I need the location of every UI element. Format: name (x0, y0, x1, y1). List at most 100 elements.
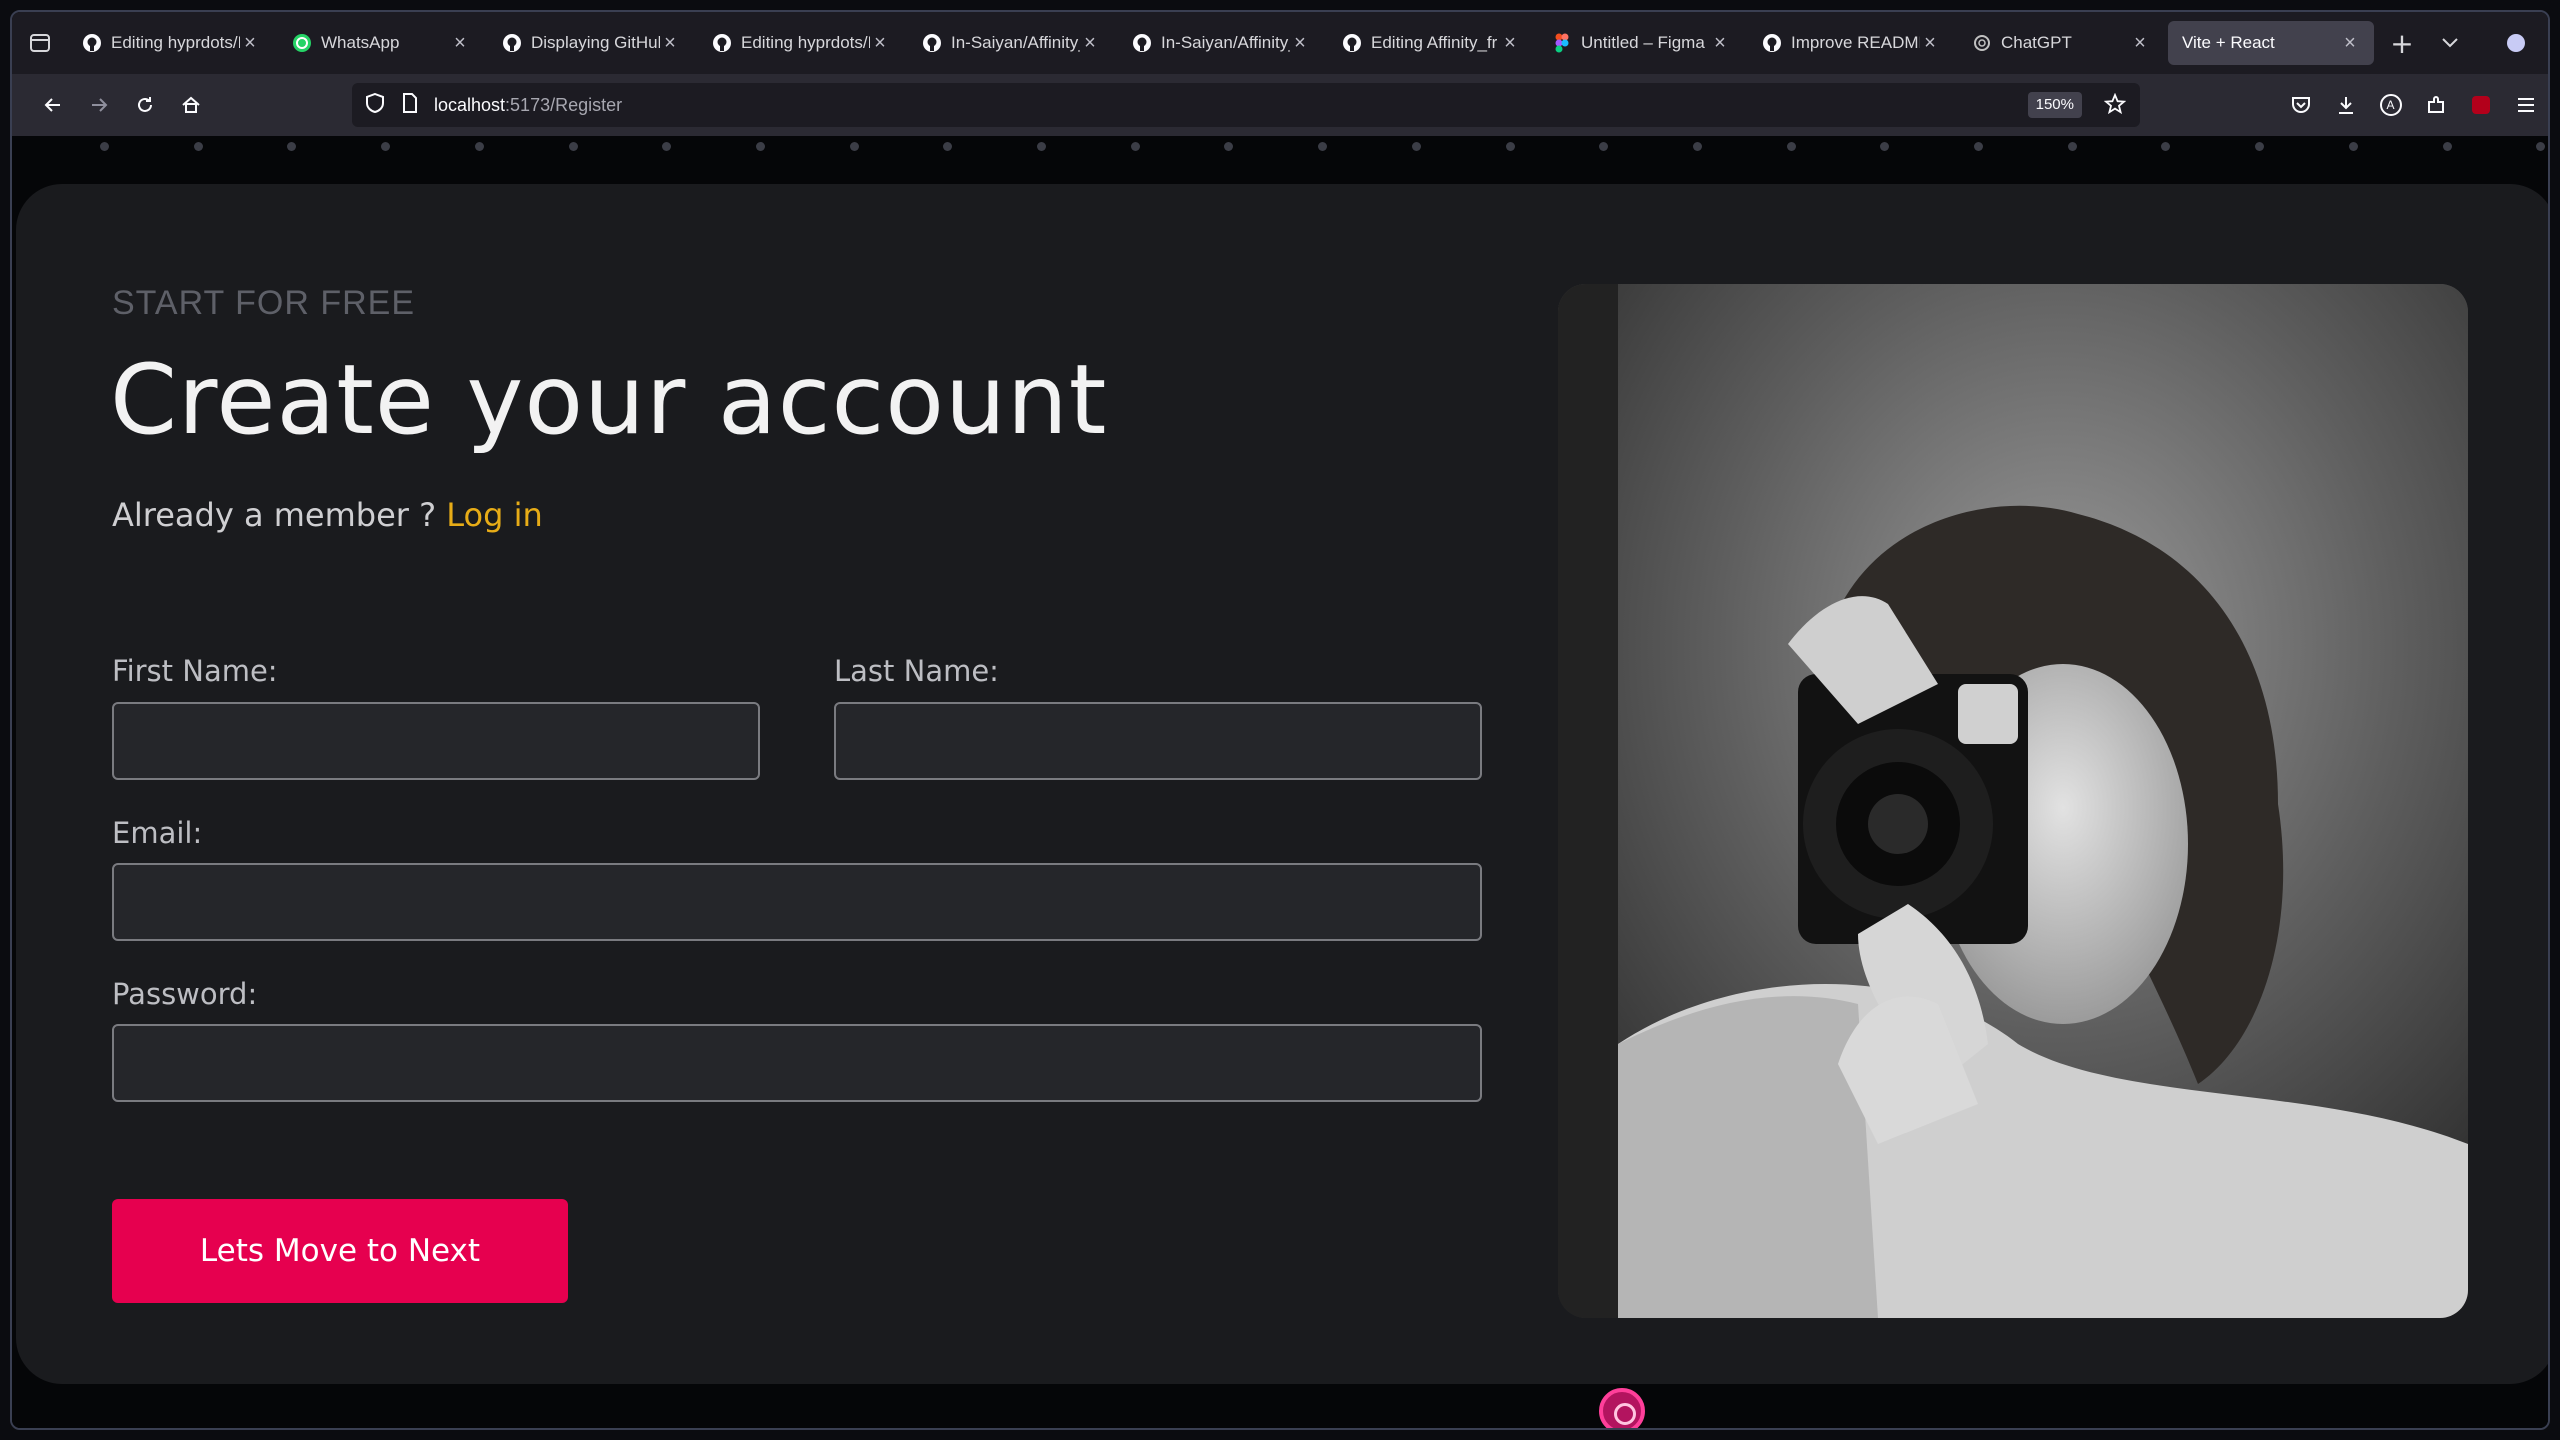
tab-close-icon[interactable]: × (2130, 32, 2150, 55)
last-name-label: Last Name: (834, 654, 999, 688)
tab-close-icon[interactable]: × (1290, 32, 1310, 55)
next-button[interactable]: Lets Move to Next (112, 1199, 568, 1303)
decorative-dot (100, 142, 109, 151)
zoom-level-badge[interactable]: 150% (2027, 92, 2082, 118)
tab-close-icon[interactable]: × (450, 32, 470, 55)
decorative-dot (193, 142, 203, 151)
address-bar[interactable]: localhost:5173/Register 150% (352, 83, 2140, 127)
decorative-dot (1974, 142, 1983, 151)
tab-3[interactable]: Editing hyprdots/R × (698, 21, 904, 65)
tab-10[interactable]: Vite + React × (2168, 21, 2374, 65)
github-icon (502, 33, 522, 53)
tab-title: Editing Affinity_fr (1371, 33, 1498, 52)
tab-0[interactable]: Editing hyprdots/R × (68, 21, 274, 65)
decorative-dot (1037, 142, 1046, 151)
chatgpt-icon (1972, 33, 1992, 53)
forward-arrow-icon[interactable] (76, 83, 121, 127)
screen-record-indicator-icon[interactable] (1599, 1388, 1645, 1428)
tab-9[interactable]: ChatGPT × (1958, 21, 2164, 65)
tab-close-icon[interactable]: × (870, 32, 890, 55)
decorative-dot (2067, 142, 2077, 151)
decorative-dot (1786, 142, 1796, 151)
decorative-dot (1599, 142, 1609, 151)
github-icon (1342, 33, 1362, 53)
member-prompt: Already a member ? Log in (112, 496, 543, 534)
email-label: Email: (112, 816, 203, 850)
tab-close-icon[interactable]: × (1080, 32, 1100, 55)
tracking-shield-icon[interactable] (366, 92, 384, 117)
tab-7[interactable]: Untitled – Figma × (1538, 21, 1744, 65)
tab-title: WhatsApp (321, 33, 400, 52)
tab-title: ChatGPT (2001, 33, 2072, 52)
github-icon (922, 33, 942, 53)
pocket-icon[interactable] (2278, 83, 2323, 127)
github-icon (712, 33, 732, 53)
email-input[interactable] (112, 863, 1482, 941)
url-host: localhost (434, 94, 506, 115)
back-arrow-icon[interactable] (30, 83, 75, 127)
password-input[interactable] (112, 1024, 1482, 1102)
tab-5[interactable]: In-Saiyan/Affinity_ × (1118, 21, 1324, 65)
bookmark-star-icon[interactable] (2103, 92, 2127, 119)
tab-title: Improve README (1791, 33, 1920, 52)
tab-list-chevron-icon[interactable] (2426, 21, 2474, 65)
decorative-dot (1880, 142, 1890, 151)
toolbar-right: A (2278, 83, 2548, 127)
photographer-illustration (1558, 284, 2468, 1318)
tab-title: Editing hyprdots/R (111, 33, 240, 52)
navigation-toolbar: localhost:5173/Register 150% A (12, 74, 2548, 136)
decorative-dot (1411, 142, 1421, 151)
decorative-dot (474, 142, 484, 151)
decorative-dot (662, 142, 672, 151)
login-link[interactable]: Log in (446, 496, 543, 534)
member-prompt-text: Already a member ? (112, 496, 447, 534)
register-card: START FOR FREE Create your account Alrea… (16, 184, 2548, 1384)
browser-window: Editing hyprdots/R × WhatsApp × Displaying G… (10, 10, 2550, 1430)
downloads-icon[interactable] (2323, 83, 2368, 127)
tab-title: Displaying GitHub (531, 33, 660, 52)
home-icon[interactable] (168, 83, 213, 127)
tab-close-icon[interactable]: × (1920, 32, 1940, 55)
tab-8[interactable]: Improve README × (1748, 21, 1954, 65)
figma-icon (1552, 33, 1572, 53)
tab-6[interactable]: Editing Affinity_fr × (1328, 21, 1534, 65)
decorative-dot (1224, 142, 1234, 151)
extensions-puzzle-icon[interactable] (2413, 83, 2458, 127)
page-title: Create your account (110, 344, 1108, 456)
tab-title: Untitled – Figma (1581, 33, 1705, 52)
tab-close-icon[interactable]: × (2340, 32, 2360, 55)
ublock-origin-icon[interactable] (2458, 83, 2503, 127)
decorative-dot (2348, 142, 2358, 151)
tab-close-icon[interactable]: × (1710, 32, 1730, 55)
decorative-dot (2536, 142, 2546, 151)
tab-close-icon[interactable]: × (240, 32, 260, 55)
decorative-dot (943, 142, 953, 151)
tab-strip: Editing hyprdots/R × WhatsApp × Displaying G… (68, 21, 2378, 65)
tab-4[interactable]: In-Saiyan/Affinity_ × (908, 21, 1114, 65)
page-info-icon[interactable] (402, 93, 418, 117)
tab-close-icon[interactable]: × (660, 32, 680, 55)
eyebrow-text: START FOR FREE (112, 284, 416, 322)
decorative-dot-row (12, 136, 2548, 172)
decorative-dot (1692, 142, 1702, 151)
hamburger-menu-icon[interactable] (2503, 83, 2548, 127)
tab-close-icon[interactable]: × (1500, 32, 1520, 55)
tab-title: Editing hyprdots/R (741, 33, 870, 52)
decorative-dot (849, 142, 859, 151)
reload-icon[interactable] (122, 83, 167, 127)
url-text[interactable]: localhost:5173/Register (434, 95, 622, 116)
tab-2[interactable]: Displaying GitHub × (488, 21, 694, 65)
decorative-dot (287, 142, 297, 151)
decorative-dot (1130, 142, 1140, 151)
first-name-input[interactable] (112, 702, 760, 780)
account-icon[interactable]: A (2368, 83, 2413, 127)
github-icon (1132, 33, 1152, 53)
first-name-label: First Name: (112, 654, 278, 688)
tab-title: In-Saiyan/Affinity_ (951, 33, 1080, 52)
firefox-view-icon[interactable] (12, 12, 68, 74)
last-name-input[interactable] (834, 702, 1482, 780)
profile-dot-icon[interactable] (2492, 21, 2540, 65)
new-tab-button[interactable]: + (2378, 21, 2426, 65)
decorative-dot (1318, 142, 1328, 151)
tab-1[interactable]: WhatsApp × (278, 21, 484, 65)
